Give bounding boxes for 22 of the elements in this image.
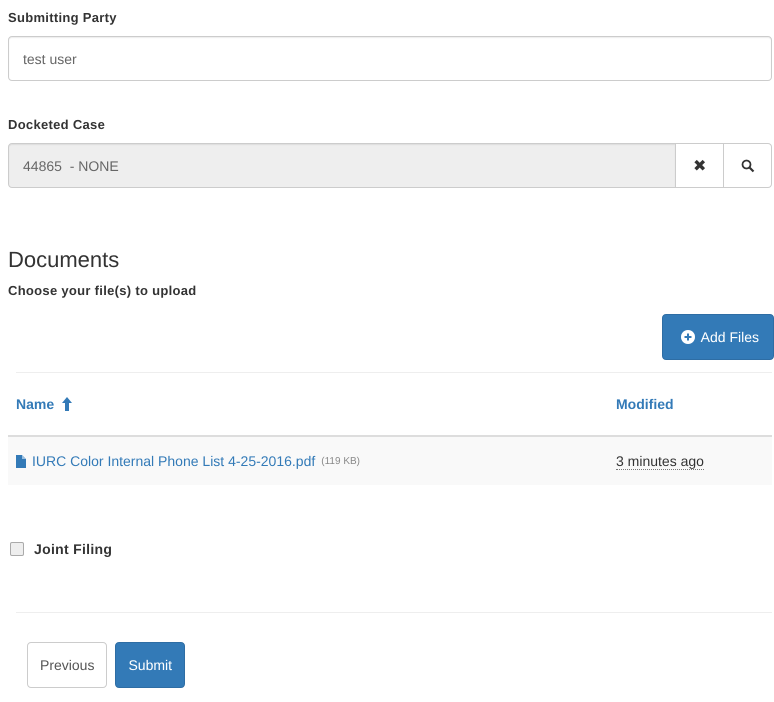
field-label: Docketed Case: [8, 117, 106, 132]
section-heading: Documents: [8, 247, 120, 273]
search-icon: [740, 158, 754, 172]
modified-time: 3 minutes ago: [616, 452, 704, 470]
file-link[interactable]: IURC Color Internal Phone List 4-25-2016.pdf: [32, 453, 316, 469]
joint-filing-checkbox[interactable]: [10, 542, 24, 556]
column-header[interactable]: Name: [16, 396, 616, 412]
search-button[interactable]: [724, 143, 772, 188]
clear-button[interactable]: ✖: [676, 143, 724, 188]
field-label: Submitting Party: [8, 10, 118, 25]
sort-up-icon: [62, 397, 72, 411]
checkbox-label: Joint Filing: [34, 541, 112, 557]
docketed-case-field[interactable]: 44865 - NONE: [8, 143, 676, 188]
column-header[interactable]: Modified: [616, 396, 764, 412]
previous-button[interactable]: Previous: [27, 642, 108, 688]
submitting-party-field[interactable]: test user: [8, 36, 772, 81]
file-icon: [16, 454, 26, 468]
file-size: (119 KB): [321, 456, 360, 466]
instruction-text: Choose your file(s) to upload: [8, 283, 198, 298]
plus-circle-icon: [680, 330, 695, 344]
add-files-button[interactable]: Add Files: [662, 314, 774, 360]
submit-button[interactable]: Submit: [115, 642, 186, 688]
